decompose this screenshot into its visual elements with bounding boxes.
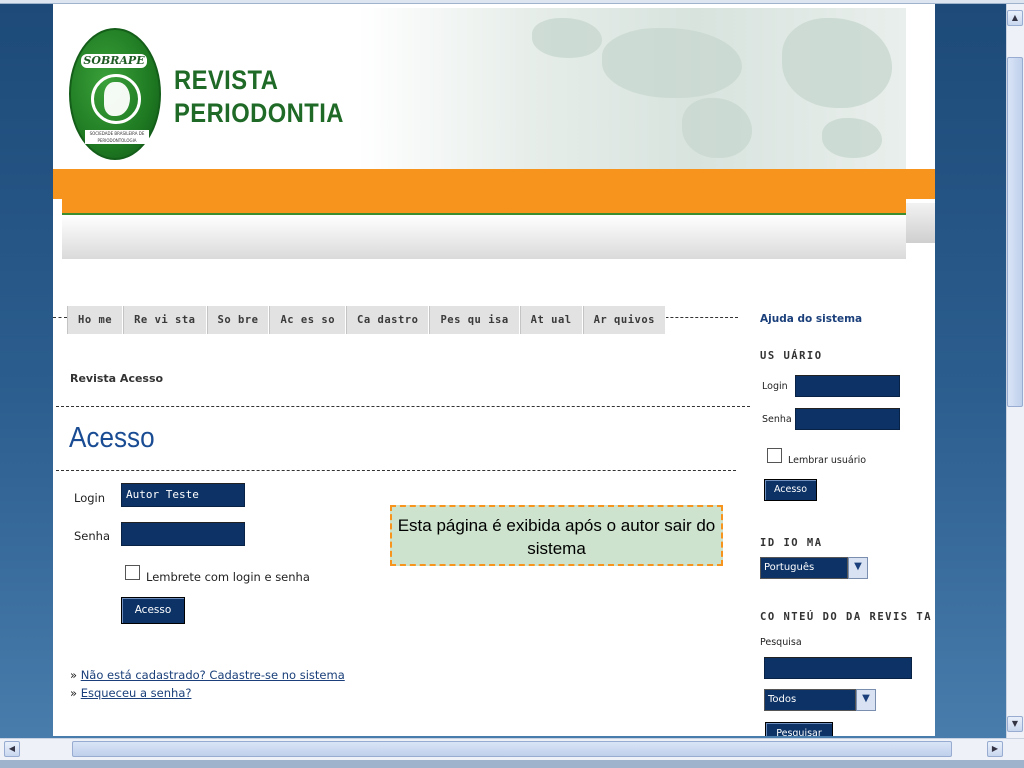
language-section-title: ID IO MA	[760, 537, 823, 549]
world-map-shape	[822, 118, 882, 158]
search-button[interactable]: Pesquisar	[765, 722, 833, 736]
bullet: »	[70, 668, 78, 682]
brand-line-1: REVISTA	[174, 65, 279, 95]
scroll-left-arrow[interactable]: ◀	[4, 741, 20, 757]
remember-label: Lembrete com login e senha	[146, 570, 310, 584]
world-map-shape	[602, 28, 742, 98]
world-map-shape	[532, 18, 602, 58]
search-label: Pesquisa	[760, 637, 802, 648]
sidebar-login-input[interactable]	[795, 375, 900, 397]
forgot-link-row: » Esqueceu a senha?	[70, 684, 345, 702]
scroll-right-arrow[interactable]: ▶	[987, 741, 1003, 757]
chevron-down-icon[interactable]: ▼	[848, 557, 868, 579]
header-gray-edge	[906, 203, 935, 243]
header-orange-bar	[53, 169, 935, 199]
sidebar-remember-label: Lembrar usuário	[788, 455, 867, 466]
header-gray-band	[62, 215, 906, 259]
password-input[interactable]	[121, 522, 245, 546]
sidebar-login-button[interactable]: Acesso	[764, 479, 817, 501]
scroll-up-arrow[interactable]: ▲	[1007, 10, 1023, 26]
window-bottom-edge	[0, 760, 1024, 768]
language-select[interactable]: Português (Brasil)	[760, 557, 848, 593]
dotted-separator	[56, 470, 736, 471]
password-label: Senha	[74, 529, 110, 543]
vertical-scroll-thumb[interactable]	[1007, 57, 1023, 407]
account-links: » Não está cadastrado? Cadastre-se no si…	[70, 666, 345, 702]
horizontal-scroll-thumb[interactable]	[72, 741, 952, 757]
sobrape-logo[interactable]: SOBRAPE SOCIEDADE BRASILEIRA DE PERIODON…	[69, 28, 161, 160]
annotation-note: Esta página é exibida após o autor sair …	[390, 505, 723, 566]
sidebar-search-input[interactable]	[764, 657, 912, 679]
brand-line-2: PERIODONTIA	[174, 98, 344, 128]
world-map-shape	[682, 98, 752, 158]
chevron-down-icon[interactable]: ▼	[856, 689, 876, 711]
nav-home[interactable]: Ho me	[67, 306, 124, 334]
nav-revista[interactable]: Re vi sta	[123, 306, 207, 334]
dotted-separator	[56, 406, 750, 407]
user-section-title: US UÁRIO	[760, 350, 823, 362]
site-header: SOBRAPE SOCIEDADE BRASILEIRA DE PERIODON…	[62, 8, 906, 178]
scroll-down-arrow[interactable]: ▼	[1007, 716, 1023, 732]
login-button[interactable]: Acesso	[121, 597, 185, 624]
site-brand: REVISTA PERIODONTIA	[174, 64, 344, 130]
content-section-title: CO NTEÚ DO DA REVIS TA	[760, 611, 933, 623]
nav-cadastro[interactable]: Ca dastro	[346, 306, 430, 334]
bullet: »	[70, 686, 78, 700]
breadcrumb: Revista Acesso	[70, 372, 164, 385]
logo-subtext: SOCIEDADE BRASILEIRA DE PERIODONTOLOGIA	[85, 130, 149, 144]
search-scope-select[interactable]: Todos	[764, 689, 856, 711]
nav-atual[interactable]: At ual	[519, 306, 583, 334]
sidebar-password-input[interactable]	[795, 408, 900, 430]
remember-checkbox[interactable]	[125, 565, 140, 580]
help-link[interactable]: Ajuda do sistema	[760, 313, 862, 325]
nav-pesquisa[interactable]: Pes qu isa	[429, 306, 520, 334]
login-label: Login	[74, 491, 106, 505]
world-map-shape	[782, 18, 892, 108]
logo-text: SOBRAPE	[81, 54, 147, 68]
nav-arquivos[interactable]: Ar quivos	[582, 306, 666, 334]
nav-acesso[interactable]: Ac es so	[269, 306, 347, 334]
forgot-password-link[interactable]: Esqueceu a senha?	[81, 686, 192, 700]
sidebar-login-label: Login	[762, 381, 788, 392]
sidebar-remember-checkbox[interactable]	[767, 448, 782, 463]
browser-page: SOBRAPE SOCIEDADE BRASILEIRA DE PERIODON…	[53, 4, 935, 736]
nav-dotted-line-left	[53, 317, 67, 318]
page-title: Acesso	[69, 422, 155, 454]
register-link-row: » Não está cadastrado? Cadastre-se no si…	[70, 666, 345, 684]
nav-sobre[interactable]: So bre	[206, 306, 270, 334]
register-link[interactable]: Não está cadastrado? Cadastre-se no sist…	[81, 668, 345, 682]
sidebar-password-label: Senha	[762, 414, 792, 425]
main-navigation: Ho me Re vi sta So bre Ac es so Ca dastr…	[67, 306, 666, 334]
header-orange-bar-lower	[62, 199, 906, 215]
login-input[interactable]: Autor Teste	[121, 483, 245, 507]
